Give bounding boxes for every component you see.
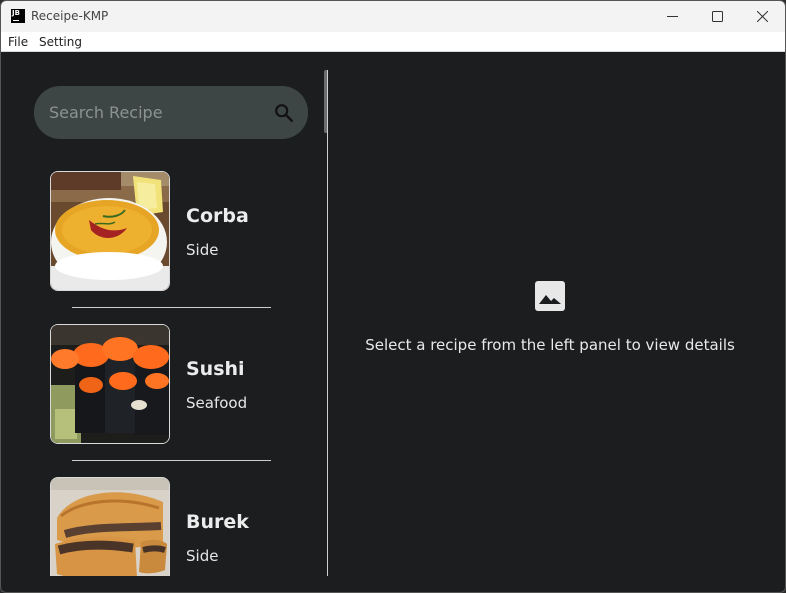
menu-file[interactable]: File xyxy=(8,35,28,49)
window-title: Receipe-KMP xyxy=(31,9,109,23)
recipe-name: Burek xyxy=(186,511,249,533)
close-icon xyxy=(756,11,768,22)
list-divider xyxy=(72,460,271,461)
pastry-image xyxy=(51,478,169,576)
recipe-category: Side xyxy=(186,241,219,259)
minimize-button[interactable] xyxy=(649,1,695,32)
search-bar[interactable] xyxy=(34,86,308,139)
menu-bar: File Setting xyxy=(1,32,785,52)
main-content: Corba Side xyxy=(1,53,785,576)
app-icon-text: JB xyxy=(12,9,20,17)
recipe-thumbnail xyxy=(50,477,170,576)
close-button[interactable] xyxy=(739,1,785,32)
sushi-rolls-image xyxy=(51,325,169,443)
minimize-icon xyxy=(666,16,678,17)
list-divider xyxy=(72,307,271,308)
recipe-category: Side xyxy=(186,547,219,565)
recipe-name: Corba xyxy=(186,205,249,227)
app-window: JB Receipe-KMP File Setting Search Recip… xyxy=(0,0,786,593)
maximize-icon xyxy=(711,11,723,22)
empty-state-message: Select a recipe from the left panel to v… xyxy=(365,336,735,354)
recipe-item-corba[interactable]: Corba Side xyxy=(50,171,290,291)
recipe-item-burek[interactable]: Burek Side xyxy=(50,477,290,576)
title-bar[interactable]: JB Receipe-KMP xyxy=(1,1,785,32)
recipe-list-panel: Corba Side xyxy=(1,53,327,576)
recipe-thumbnail xyxy=(50,324,170,444)
app-icon: JB xyxy=(11,9,25,23)
recipe-category: Seafood xyxy=(186,394,248,412)
soup-bowl-image xyxy=(51,172,169,290)
recipe-item-sushi[interactable]: Sushi Seafood xyxy=(50,324,290,444)
search-icon[interactable] xyxy=(273,102,295,124)
image-placeholder-icon xyxy=(535,281,565,311)
recipe-detail-panel: Select a recipe from the left panel to v… xyxy=(328,53,785,576)
maximize-button[interactable] xyxy=(694,1,740,32)
recipe-thumbnail xyxy=(50,171,170,291)
recipe-name: Sushi xyxy=(186,358,245,380)
menu-setting[interactable]: Setting xyxy=(39,35,82,49)
search-input[interactable] xyxy=(49,100,259,124)
